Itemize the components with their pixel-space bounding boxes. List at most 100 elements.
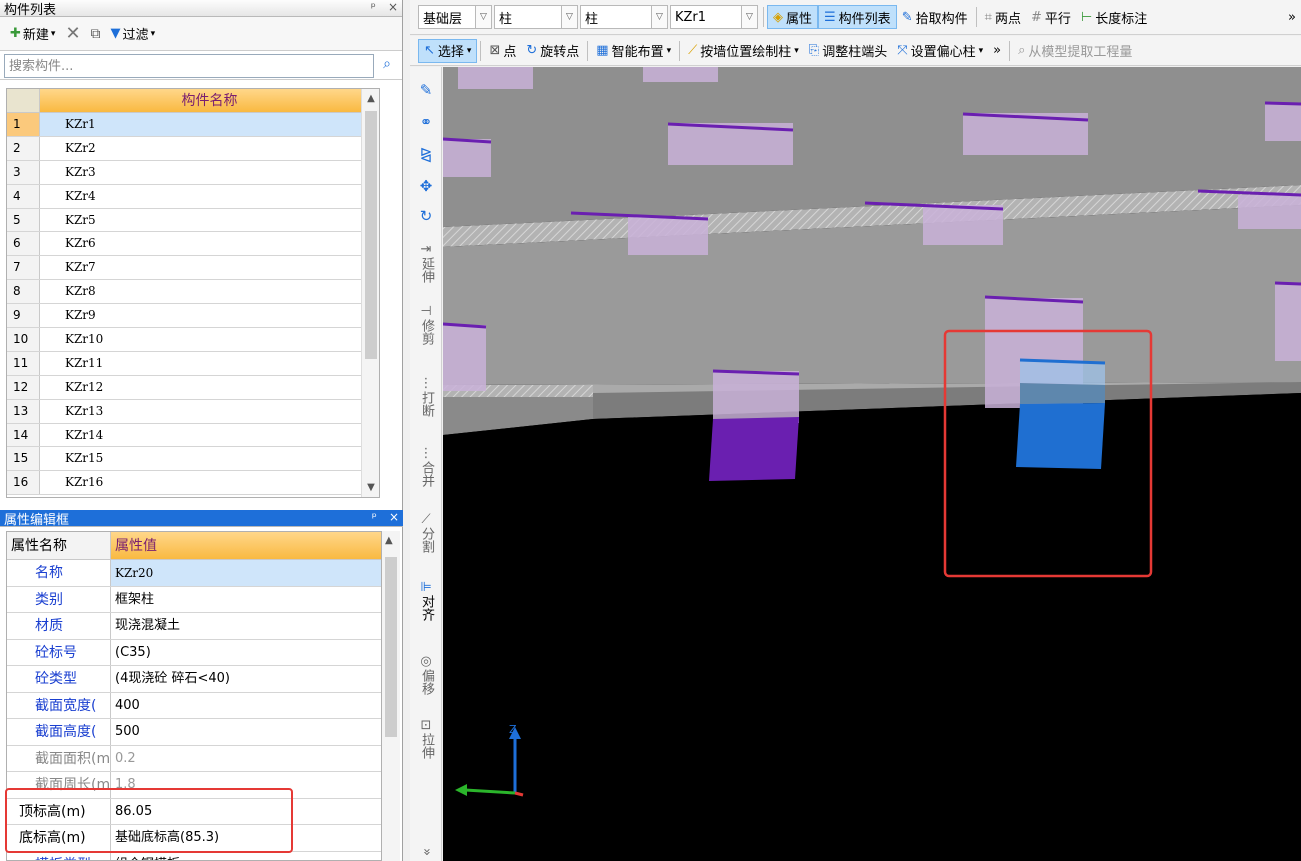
- trim-tool[interactable]: ⊣ 修剪: [410, 305, 442, 346]
- search-row: ⌕: [0, 50, 402, 80]
- property-scroll-thumb[interactable]: [385, 557, 397, 737]
- left-panel: 构件列表 ᵖ × ✚新建▾ ✕ ⧉ ▼过滤▾ ⌕ 构件名称 1KZr12KZr2…: [0, 0, 403, 861]
- selected-column-mid: [1020, 383, 1105, 404]
- table-row[interactable]: 11 KZr11: [7, 351, 379, 376]
- table-row[interactable]: 8 KZr8: [7, 280, 379, 305]
- property-value[interactable]: 400: [111, 693, 381, 719]
- property-row[interactable]: 名称 KZr20: [7, 560, 381, 587]
- merge-tool[interactable]: ⋮ 合并: [410, 447, 442, 488]
- component-select[interactable]: KZr1 ▽: [670, 5, 758, 29]
- pin-icon[interactable]: ᵖ: [372, 510, 377, 524]
- property-row[interactable]: 截面面积(m 0.2: [7, 745, 381, 772]
- component-list-button[interactable]: ☰ 构件列表: [818, 5, 897, 29]
- set-eccentric-button[interactable]: ⤧ 设置偏心柱 ▾: [892, 39, 988, 63]
- search-icon[interactable]: ⌕: [378, 56, 396, 76]
- copy-button[interactable]: ⧉: [91, 26, 101, 42]
- brush-icon[interactable]: ✎: [410, 83, 442, 98]
- property-value[interactable]: 0.2: [111, 746, 381, 772]
- move-icon[interactable]: ✥: [410, 179, 442, 194]
- scroll-down-icon[interactable]: ▼: [365, 482, 377, 493]
- 3d-viewport[interactable]: Z: [443, 67, 1301, 861]
- search-input[interactable]: [4, 54, 374, 78]
- rotate-point-button[interactable]: ↻ 旋转点: [521, 39, 584, 63]
- property-row[interactable]: 截面高度(500: [7, 719, 381, 746]
- table-row[interactable]: 2 KZr2: [7, 136, 379, 161]
- selected-column[interactable]: [1016, 403, 1105, 469]
- point-icon: ⊠: [489, 43, 501, 58]
- table-row[interactable]: 16 KZr16: [7, 471, 379, 496]
- subtype-select[interactable]: 柱 ▽: [580, 5, 668, 29]
- property-button[interactable]: ◈ 属性: [767, 5, 819, 29]
- parallel-button[interactable]: # 平行: [1026, 5, 1076, 29]
- table-row[interactable]: 9 KZr9: [7, 304, 379, 329]
- component-name: KZr6: [65, 236, 96, 251]
- scroll-thumb[interactable]: [365, 111, 377, 359]
- rotate-tool-icon[interactable]: ↻: [410, 209, 442, 224]
- property-value[interactable]: 框架柱: [111, 587, 381, 613]
- two-point-button[interactable]: ⌗ 两点: [980, 5, 1026, 29]
- table-row[interactable]: 7 KZr7: [7, 256, 379, 281]
- offset-tool[interactable]: ◎ 偏移: [410, 655, 442, 696]
- property-value[interactable]: 现浇混凝土: [111, 613, 381, 639]
- property-value[interactable]: (C35): [111, 640, 381, 666]
- chevron-down-icon: ▽: [741, 6, 757, 28]
- copy-tool-icon[interactable]: ⚭: [410, 115, 442, 130]
- break-tool[interactable]: ⋮ 打断: [410, 377, 442, 418]
- table-row[interactable]: 14 KZr14: [7, 423, 379, 448]
- close-icon[interactable]: ×: [389, 510, 399, 524]
- property-value[interactable]: 500: [111, 719, 381, 745]
- table-row[interactable]: 15 KZr15: [7, 447, 379, 472]
- property-scrollbar[interactable]: ▲: [382, 531, 400, 861]
- component-name: KZr16: [65, 475, 104, 490]
- component-name: KZr4: [65, 188, 96, 203]
- property-value[interactable]: (4现浇砼 碎石<40): [111, 666, 381, 692]
- stretch-tool[interactable]: ⊡ 拉伸: [410, 719, 442, 760]
- draw-wall-icon: ⟋: [688, 43, 698, 58]
- scroll-up-icon[interactable]: ▲: [385, 535, 393, 546]
- column-header-name[interactable]: 构件名称: [40, 89, 379, 112]
- table-row[interactable]: 13 KZr13: [7, 399, 379, 424]
- chevron-down-icon: ▽: [561, 6, 577, 28]
- adjust-end-button[interactable]: ⎘ 调整柱端头: [804, 39, 892, 63]
- length-dim-button[interactable]: ⊢ 长度标注: [1076, 5, 1152, 29]
- property-name: 截面宽度(: [7, 692, 111, 718]
- delete-button[interactable]: ✕: [65, 23, 80, 44]
- type-select[interactable]: 柱 ▽: [494, 5, 578, 29]
- property-row[interactable]: 类别 框架柱: [7, 586, 381, 613]
- extract-quantity-button[interactable]: ⌕ 从模型提取工程量: [1013, 39, 1137, 63]
- select-button[interactable]: ↖ 选择 ▾: [418, 38, 478, 63]
- axis-z-label: Z: [509, 723, 517, 736]
- pick-component-button[interactable]: ✎ 拾取构件: [897, 5, 973, 29]
- table-row[interactable]: 6 KZr6: [7, 232, 379, 257]
- list-icon: ☰: [824, 9, 836, 25]
- table-row[interactable]: 1 KZr1: [7, 113, 379, 137]
- table-row[interactable]: 5 KZr5: [7, 208, 379, 233]
- filter-button[interactable]: ▼ 过滤 ▾: [111, 24, 156, 43]
- mirror-icon[interactable]: ⧎: [410, 147, 442, 162]
- split-tool[interactable]: ⟋ 分割: [410, 513, 442, 554]
- grid-scrollbar[interactable]: ▲ ▼: [361, 89, 379, 497]
- close-icon[interactable]: ×: [388, 0, 398, 14]
- table-row[interactable]: 10 KZr10: [7, 328, 379, 352]
- property-row[interactable]: 截面宽度(400: [7, 692, 381, 719]
- property-row[interactable]: 砼类型 (4现浇砼 碎石<40): [7, 666, 381, 693]
- scroll-up-icon[interactable]: ▲: [365, 93, 377, 104]
- property-row[interactable]: 砼标号 (C35): [7, 639, 381, 666]
- table-row[interactable]: 4 KZr4: [7, 184, 379, 209]
- floor-select[interactable]: 基础层 ▽: [418, 5, 492, 29]
- point-button[interactable]: ⊠ 点: [484, 39, 521, 63]
- strip-more-icon[interactable]: »: [410, 845, 442, 859]
- smart-layout-button[interactable]: ▦ 智能布置 ▾: [591, 39, 676, 63]
- align-tool[interactable]: ⊫ 对齐: [410, 581, 442, 622]
- table-row[interactable]: 12 KZr12: [7, 375, 379, 400]
- extend-tool[interactable]: ⇥ 延伸: [410, 243, 442, 284]
- draw-by-wall-button[interactable]: ⟋ 按墙位置绘制柱 ▾: [683, 39, 804, 63]
- toolbar2-more-button[interactable]: »: [988, 39, 1006, 63]
- new-button[interactable]: ✚ 新建 ▾: [10, 24, 55, 43]
- pin-icon[interactable]: ᵖ: [371, 0, 376, 14]
- table-row[interactable]: 3 KZr3: [7, 160, 379, 185]
- property-value[interactable]: KZr20: [111, 560, 381, 586]
- toolbar-more-button[interactable]: »: [1283, 5, 1301, 29]
- property-row[interactable]: 材质 现浇混凝土: [7, 613, 381, 640]
- property-editor-title: 属性编辑框: [4, 512, 70, 528]
